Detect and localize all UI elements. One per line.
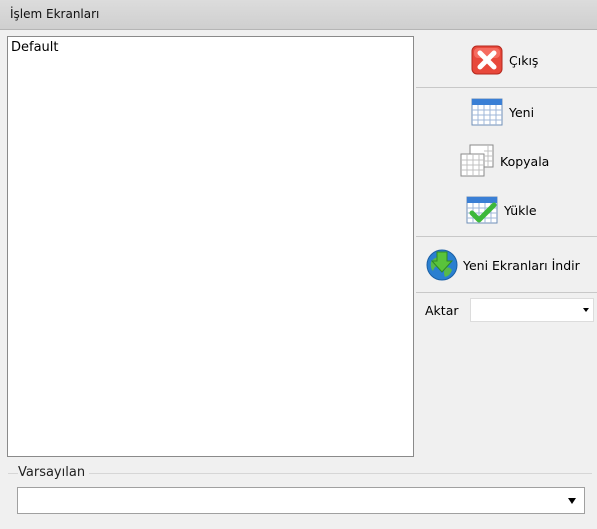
divider <box>416 292 597 293</box>
aktar-label: Aktar <box>425 303 459 318</box>
screen-list[interactable]: Default <box>7 36 414 457</box>
list-item[interactable]: Default <box>11 40 59 55</box>
copy-pages-icon <box>460 144 494 177</box>
download-label: Yeni Ekranları İndir <box>463 257 580 273</box>
calendar-check-icon <box>466 196 498 224</box>
globe-download-icon <box>426 249 458 281</box>
new-label: Yeni <box>509 104 535 120</box>
divider <box>416 236 597 237</box>
calendar-icon <box>471 98 503 126</box>
aktar-select[interactable] <box>470 298 594 322</box>
title-bar: İşlem Ekranları <box>0 0 597 30</box>
close-x-icon <box>471 45 503 75</box>
load-button[interactable]: Yükle <box>466 195 537 225</box>
default-group-label: Varsayılan <box>18 465 90 480</box>
new-button[interactable]: Yeni <box>471 97 534 127</box>
exit-button[interactable]: Çıkış <box>471 45 538 75</box>
chevron-down-icon <box>568 497 576 504</box>
exit-label: Çıkış <box>509 52 539 68</box>
window-title: İşlem Ekranları <box>10 7 100 21</box>
default-select[interactable] <box>17 487 585 514</box>
chevron-down-icon <box>583 308 589 312</box>
load-label: Yükle <box>504 202 537 218</box>
download-screens-button[interactable]: Yeni Ekranları İndir <box>425 248 580 282</box>
group-border <box>8 473 592 474</box>
copy-label: Kopyala <box>500 153 550 169</box>
divider <box>416 87 597 88</box>
copy-button[interactable]: Kopyala <box>458 144 549 178</box>
